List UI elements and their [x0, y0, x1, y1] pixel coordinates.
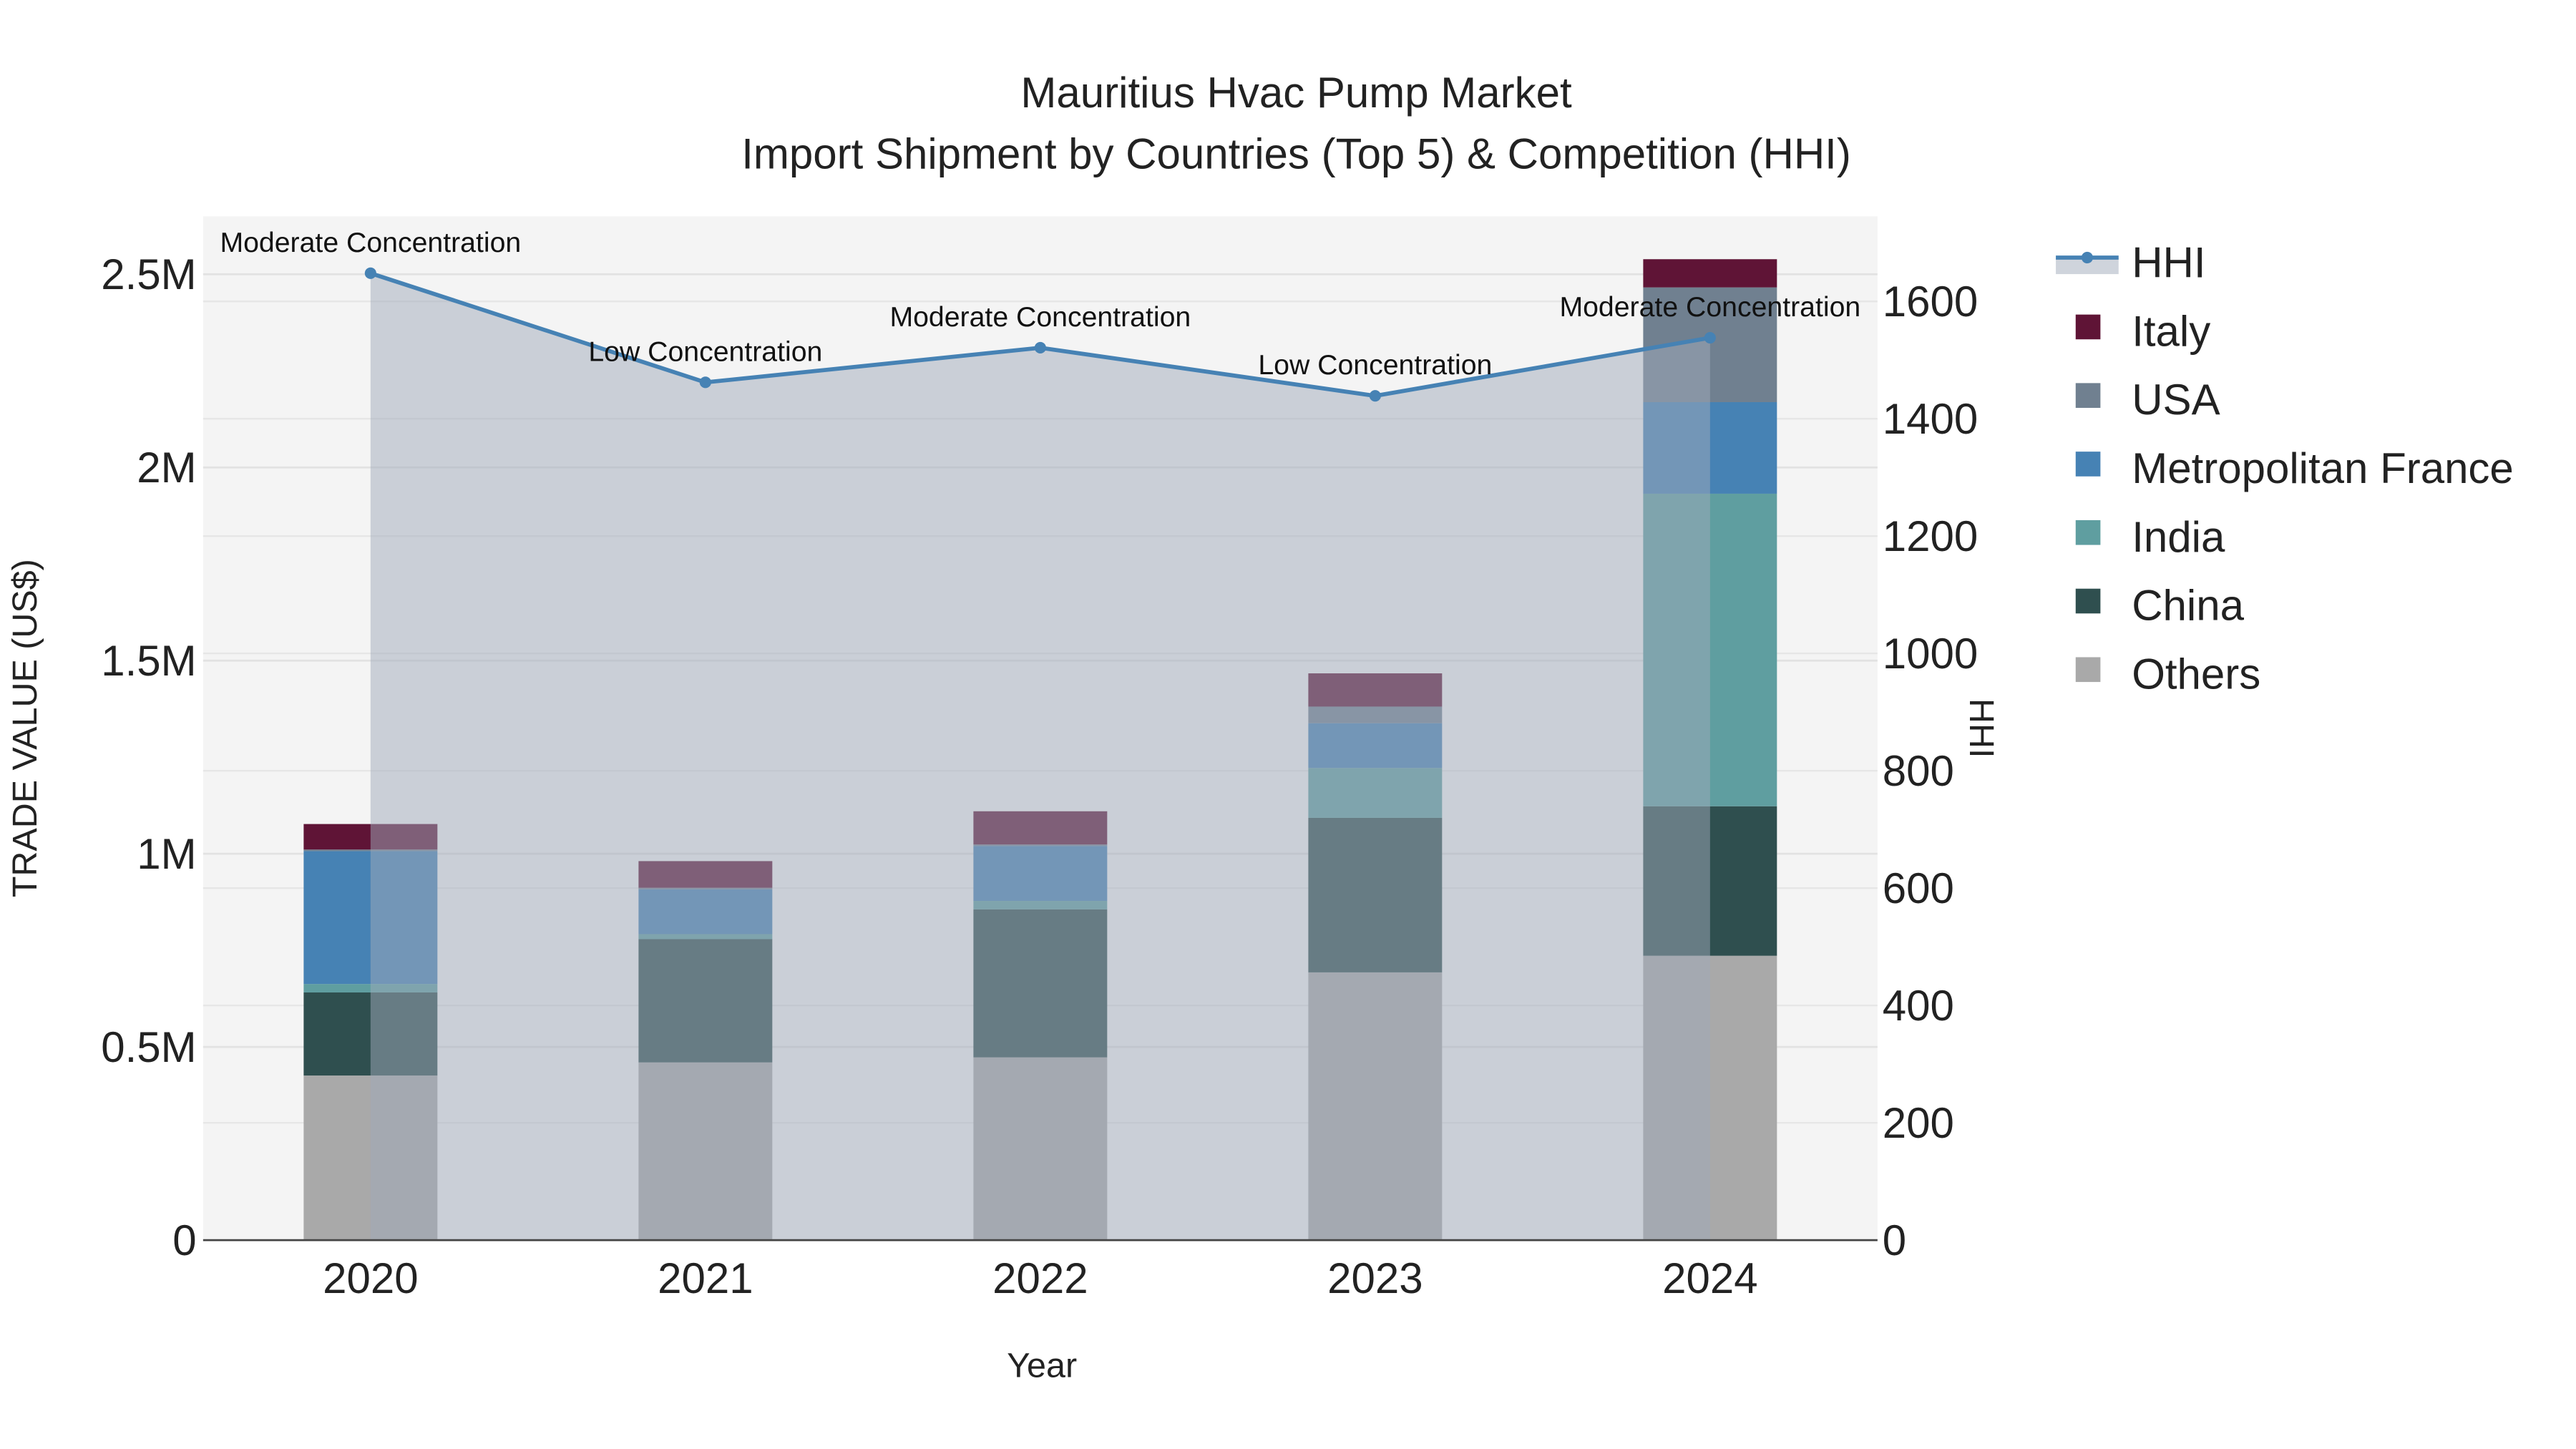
hhi-annotation: Low Concentration	[588, 336, 822, 367]
legend-label: Italy	[2132, 307, 2210, 355]
hhi-point-2023[interactable]	[1369, 390, 1381, 402]
chart-title: Mauritius Hvac Pump Market	[1020, 69, 1572, 117]
y2-tick-label: 1400	[1883, 395, 1978, 443]
legend-label: USA	[2132, 376, 2220, 424]
legend-label: Metropolitan France	[2132, 444, 2514, 492]
legend-swatch	[2075, 657, 2101, 683]
x-tick-label: 2023	[1327, 1254, 1423, 1302]
y2-tick-label: 1200	[1883, 512, 1978, 560]
legend-swatch-marker	[2081, 251, 2093, 264]
legend-swatch	[2075, 519, 2101, 545]
legend-label: India	[2132, 513, 2225, 561]
hhi-point-2021[interactable]	[699, 376, 711, 389]
y-tick-label: 2.5M	[101, 250, 196, 298]
x-axis-label: Year	[1007, 1347, 1077, 1385]
hhi-point-2020[interactable]	[364, 267, 376, 279]
y-tick-label: 1.5M	[101, 637, 196, 685]
legend-swatch	[2075, 314, 2101, 340]
legend-label: Others	[2132, 650, 2260, 698]
bar-italy-2024[interactable]	[1643, 259, 1777, 288]
hhi-area	[370, 273, 1710, 1241]
y2-tick-label: 400	[1883, 982, 1954, 1030]
y-tick-label: 2M	[137, 444, 196, 492]
y2-tick-label: 1600	[1883, 278, 1978, 326]
hhi-annotation: Low Concentration	[1258, 349, 1492, 381]
x-tick-label: 2020	[323, 1254, 418, 1302]
chart: Moderate Concentration Low Concentration M…	[0, 0, 2576, 1449]
legend-swatch	[2075, 452, 2101, 477]
x-tick-label: 2022	[992, 1254, 1088, 1302]
x-tick-label: 2024	[1662, 1254, 1757, 1302]
legend-swatch	[2075, 383, 2101, 408]
y2-tick-label: 600	[1883, 864, 1954, 912]
legend-item-metropolitan-france[interactable]: Metropolitan France	[2075, 444, 2514, 492]
chart-subtitle: Import Shipment by Countries (Top 5) & C…	[741, 130, 1851, 177]
y2-tick-label: 200	[1883, 1099, 1954, 1147]
y-tick-label: 0	[172, 1216, 196, 1264]
hhi-annotation: Moderate Concentration	[889, 301, 1191, 333]
y-tick-label: 0.5M	[101, 1023, 196, 1071]
y2-tick-label: 1000	[1883, 630, 1978, 678]
y-tick-label: 1M	[137, 830, 196, 878]
hhi-point-2022[interactable]	[1034, 341, 1046, 354]
y2-axis-label: HHI	[1962, 698, 2001, 758]
x-tick-label: 2021	[658, 1254, 753, 1302]
legend-swatch	[2075, 588, 2101, 614]
hhi-annotation: Moderate Concentration	[1559, 291, 1860, 323]
legend-label: China	[2132, 582, 2244, 630]
hhi-annotation: Moderate Concentration	[220, 227, 521, 258]
y2-tick-label: 0	[1883, 1216, 1906, 1264]
legend-label: HHI	[2132, 239, 2205, 287]
y-axis-label: TRADE VALUE (US$)	[6, 559, 44, 897]
hhi-point-2024[interactable]	[1704, 331, 1716, 344]
y2-tick-label: 800	[1883, 747, 1954, 795]
